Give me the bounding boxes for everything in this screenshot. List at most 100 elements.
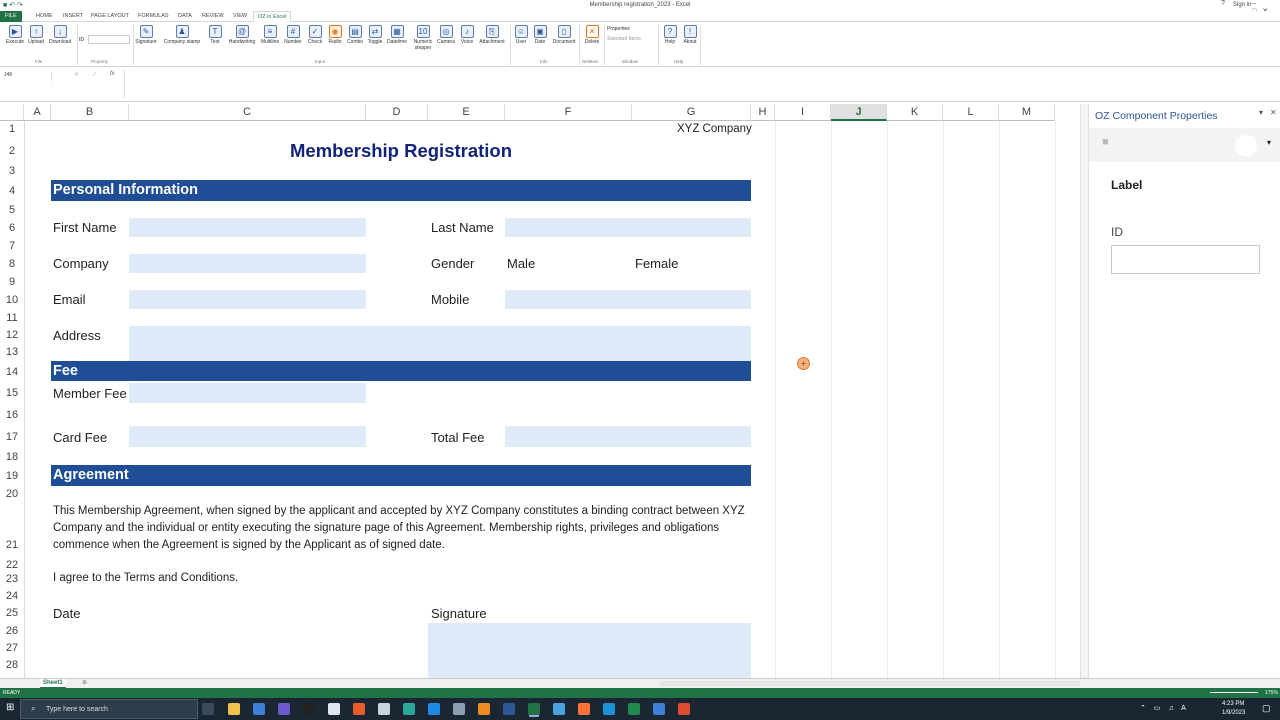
column-header-j[interactable]: J bbox=[831, 104, 887, 121]
vertical-scrollbar[interactable] bbox=[1080, 104, 1088, 678]
row-header[interactable]: 7 bbox=[0, 240, 24, 252]
numeric-stepper-button[interactable]: 10 Numeric stepper bbox=[410, 25, 436, 51]
multiline-button[interactable]: ≡ Multiline bbox=[259, 25, 281, 45]
app-icon[interactable] bbox=[253, 703, 265, 715]
confirm-icon[interactable]: ✓ bbox=[92, 71, 97, 78]
function-icon[interactable]: fx bbox=[110, 71, 115, 77]
row-header[interactable]: 12 bbox=[0, 329, 24, 341]
gender-male-option[interactable]: Male bbox=[507, 256, 535, 271]
edge-icon[interactable] bbox=[603, 703, 615, 715]
row-header[interactable]: 3 bbox=[0, 165, 24, 177]
voice-button[interactable]: ♪ Voice bbox=[456, 25, 478, 45]
about-button[interactable]: ! About bbox=[679, 25, 701, 45]
signature-field[interactable] bbox=[428, 623, 751, 678]
signature-button[interactable]: ✎ Signature bbox=[134, 25, 158, 45]
chevron-down-icon[interactable]: ▾ bbox=[1267, 138, 1271, 147]
date-button[interactable]: ▣ Date bbox=[529, 25, 551, 45]
column-header-e[interactable]: E bbox=[428, 104, 505, 121]
cancel-icon[interactable]: ✕ bbox=[74, 71, 79, 78]
tab-view[interactable]: VIEW bbox=[233, 13, 247, 19]
column-header-c[interactable]: C bbox=[129, 104, 366, 121]
close-icon[interactable]: ✕ bbox=[1270, 108, 1277, 117]
tab-home[interactable]: HOME bbox=[36, 13, 53, 19]
system-tray-icons[interactable]: ⌃ ▭ ♫ A bbox=[1140, 704, 1189, 712]
tab-data[interactable]: DATA bbox=[178, 13, 192, 19]
app-icon[interactable] bbox=[678, 703, 690, 715]
column-header-i[interactable]: I bbox=[775, 104, 831, 121]
column-header-d[interactable]: D bbox=[366, 104, 428, 121]
row-header[interactable]: 13 bbox=[0, 346, 24, 358]
row-header[interactable]: 15 bbox=[0, 387, 24, 399]
email-field[interactable] bbox=[129, 290, 366, 309]
row-header[interactable]: 8 bbox=[0, 258, 24, 270]
name-box[interactable]: J48 bbox=[2, 72, 52, 81]
app-icon[interactable] bbox=[628, 703, 640, 715]
app-icon[interactable] bbox=[403, 703, 415, 715]
save-icon[interactable]: ■ ↶ ↷ bbox=[3, 1, 23, 9]
row-header[interactable]: 1 bbox=[0, 123, 24, 135]
horizontal-scrollbar[interactable] bbox=[660, 681, 1080, 686]
column-header-g[interactable]: G bbox=[632, 104, 751, 121]
property-id-input[interactable] bbox=[88, 35, 130, 44]
row-header[interactable]: 21 bbox=[0, 539, 24, 551]
row-header[interactable]: 22 bbox=[0, 559, 24, 571]
vscode-icon[interactable] bbox=[428, 703, 440, 715]
row-header[interactable]: 5 bbox=[0, 204, 24, 216]
sign-in-link[interactable]: Sign in bbox=[1233, 2, 1251, 8]
clock-date[interactable]: 1/9/2023 bbox=[1222, 710, 1245, 716]
check-button[interactable]: ✓ Check bbox=[304, 25, 326, 45]
column-header-b[interactable]: B bbox=[51, 104, 129, 121]
formula-input[interactable] bbox=[124, 70, 1270, 98]
row-header[interactable]: 4 bbox=[0, 185, 24, 197]
tab-review[interactable]: REVIEW bbox=[202, 13, 224, 19]
tab-page-layout[interactable]: PAGE LAYOUT bbox=[91, 13, 129, 19]
taskbar-search[interactable]: ⌕ Type here to search bbox=[20, 699, 198, 719]
tab-file[interactable]: FILE bbox=[0, 11, 22, 22]
id-input[interactable] bbox=[1111, 245, 1260, 274]
document-button[interactable]: ▯ Document bbox=[550, 25, 578, 45]
row-header[interactable]: 28 bbox=[0, 659, 24, 671]
last-name-field[interactable] bbox=[505, 218, 751, 237]
clock-time[interactable]: 4:23 PM bbox=[1222, 701, 1244, 707]
add-sheet-icon[interactable]: ⊕ bbox=[82, 679, 87, 686]
firefox-icon[interactable] bbox=[578, 703, 590, 715]
number-button[interactable]: # Number bbox=[282, 25, 304, 45]
row-header[interactable]: 20 bbox=[0, 488, 24, 500]
row-header[interactable]: 23 bbox=[0, 573, 24, 585]
properties-item[interactable]: Properties bbox=[607, 26, 630, 32]
address-field[interactable] bbox=[129, 326, 751, 361]
row-header[interactable]: 27 bbox=[0, 642, 24, 654]
help-icon[interactable]: ? bbox=[1221, 0, 1225, 7]
app-icon[interactable] bbox=[353, 703, 365, 715]
company-field[interactable] bbox=[129, 254, 366, 273]
company-stamp-button[interactable]: ♟ Company stamp bbox=[160, 25, 204, 45]
card-fee-field[interactable] bbox=[129, 426, 366, 447]
row-header[interactable]: 17 bbox=[0, 431, 24, 443]
row-header[interactable]: 24 bbox=[0, 590, 24, 602]
app-icon[interactable] bbox=[653, 703, 665, 715]
first-name-field[interactable] bbox=[129, 218, 366, 237]
select-all-corner[interactable] bbox=[0, 104, 24, 121]
toggle-button[interactable]: ⇄ Toggle bbox=[364, 25, 386, 45]
row-header[interactable]: 18 bbox=[0, 451, 24, 463]
upload-button[interactable]: ↑ Upload bbox=[25, 25, 47, 45]
row-header[interactable]: 10 bbox=[0, 294, 24, 306]
execute-button[interactable]: ▶ Execute bbox=[4, 25, 26, 45]
zoom-level[interactable]: 175% bbox=[1265, 690, 1278, 696]
notification-icon[interactable]: ▢ bbox=[1262, 703, 1271, 714]
member-fee-field[interactable] bbox=[129, 383, 366, 403]
row-header[interactable]: 19 bbox=[0, 470, 24, 482]
total-fee-field[interactable] bbox=[505, 426, 751, 447]
download-button[interactable]: ↓ Download bbox=[49, 25, 71, 45]
file-explorer-icon[interactable] bbox=[228, 703, 240, 715]
gender-female-option[interactable]: Female bbox=[635, 256, 678, 271]
word-icon[interactable] bbox=[503, 703, 515, 715]
row-header[interactable]: 26 bbox=[0, 625, 24, 637]
row-header[interactable]: 16 bbox=[0, 409, 24, 421]
app-icon[interactable] bbox=[278, 703, 290, 715]
excel-taskbar-icon[interactable] bbox=[528, 703, 540, 715]
windows-start-icon[interactable]: ⊞ bbox=[6, 702, 14, 713]
text-button[interactable]: T Text bbox=[204, 25, 226, 45]
tab-formulas[interactable]: FORMULAS bbox=[138, 13, 169, 19]
app-icon[interactable] bbox=[478, 703, 490, 715]
